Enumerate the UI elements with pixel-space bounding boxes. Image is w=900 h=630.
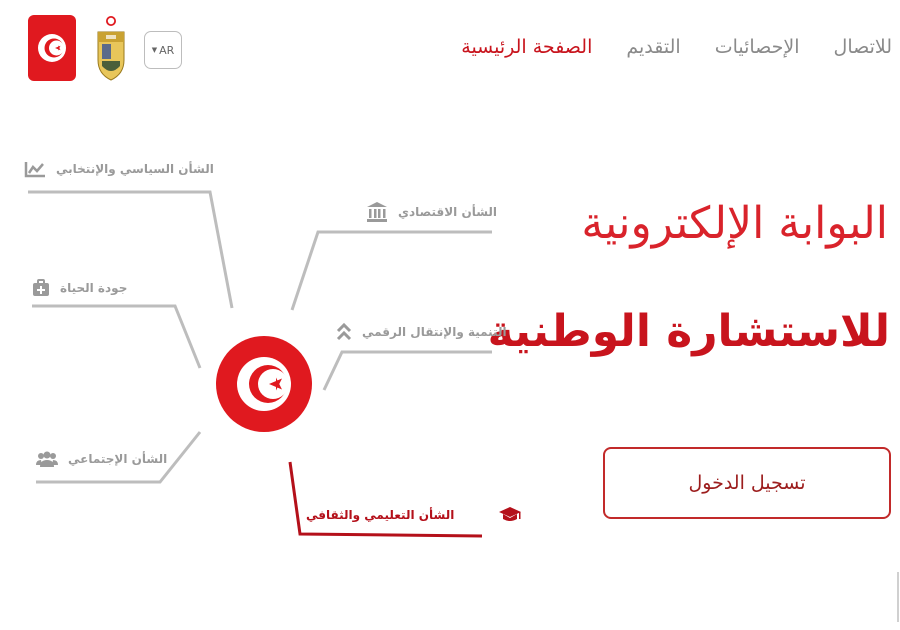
users-icon xyxy=(36,451,58,467)
main-nav: الصفحة الرئيسية التقديم الإحصائيات للاتص… xyxy=(461,36,892,58)
caret-down-icon: ▼ xyxy=(151,46,158,54)
language-label: AR xyxy=(159,43,175,57)
language-selector[interactable]: ▼ AR xyxy=(144,31,182,69)
topics-diagram: الشأن السياسي والإنتخابي جودة الحياة الش… xyxy=(0,150,522,550)
scrollbar-edge xyxy=(897,572,899,622)
tunisia-flag-icon xyxy=(38,34,66,62)
nav-home[interactable]: الصفحة الرئيسية xyxy=(461,36,592,58)
nav-contact[interactable]: للاتصال xyxy=(834,36,892,58)
nav-presentation[interactable]: التقديم xyxy=(626,36,680,58)
topic-economic[interactable]: الشأن الاقتصادي xyxy=(366,201,497,223)
hero-title-line2: للاستشارة الوطنية xyxy=(487,306,890,357)
topic-quality-of-life-label: جودة الحياة xyxy=(60,281,128,295)
topic-social-label: الشأن الإجتماعي xyxy=(68,452,168,466)
topic-digital-development[interactable]: التنمية والإنتقال الرقمي xyxy=(336,322,507,342)
topic-political-label: الشأن السياسي والإنتخابي xyxy=(56,162,214,176)
topic-education-culture-label: الشأن التعليمي والثقافي xyxy=(306,508,455,522)
chevrons-up-icon xyxy=(336,322,352,341)
coat-of-arms-icon xyxy=(97,16,125,81)
topic-political[interactable]: الشأن السياسي والإنتخابي xyxy=(24,160,214,178)
topic-social[interactable]: الشأن الإجتماعي xyxy=(36,451,167,467)
nav-statistics[interactable]: الإحصائيات xyxy=(715,36,800,58)
tunisia-flag-button[interactable] xyxy=(28,15,76,81)
login-button[interactable]: تسجيل الدخول xyxy=(603,447,891,519)
bank-icon xyxy=(367,202,387,222)
topic-education-culture[interactable]: الشأن التعليمي والثقافي xyxy=(306,506,522,524)
center-emblem xyxy=(216,336,312,432)
topic-economic-label: الشأن الاقتصادي xyxy=(398,205,498,219)
topic-digital-development-label: التنمية والإنتقال الرقمي xyxy=(362,325,507,339)
hero-title-line1: البوابة الإلكترونية xyxy=(581,198,888,249)
graduation-cap-icon xyxy=(499,507,522,521)
medkit-icon xyxy=(33,279,49,296)
chart-icon xyxy=(24,162,45,178)
topic-quality-of-life[interactable]: جودة الحياة xyxy=(32,279,127,297)
